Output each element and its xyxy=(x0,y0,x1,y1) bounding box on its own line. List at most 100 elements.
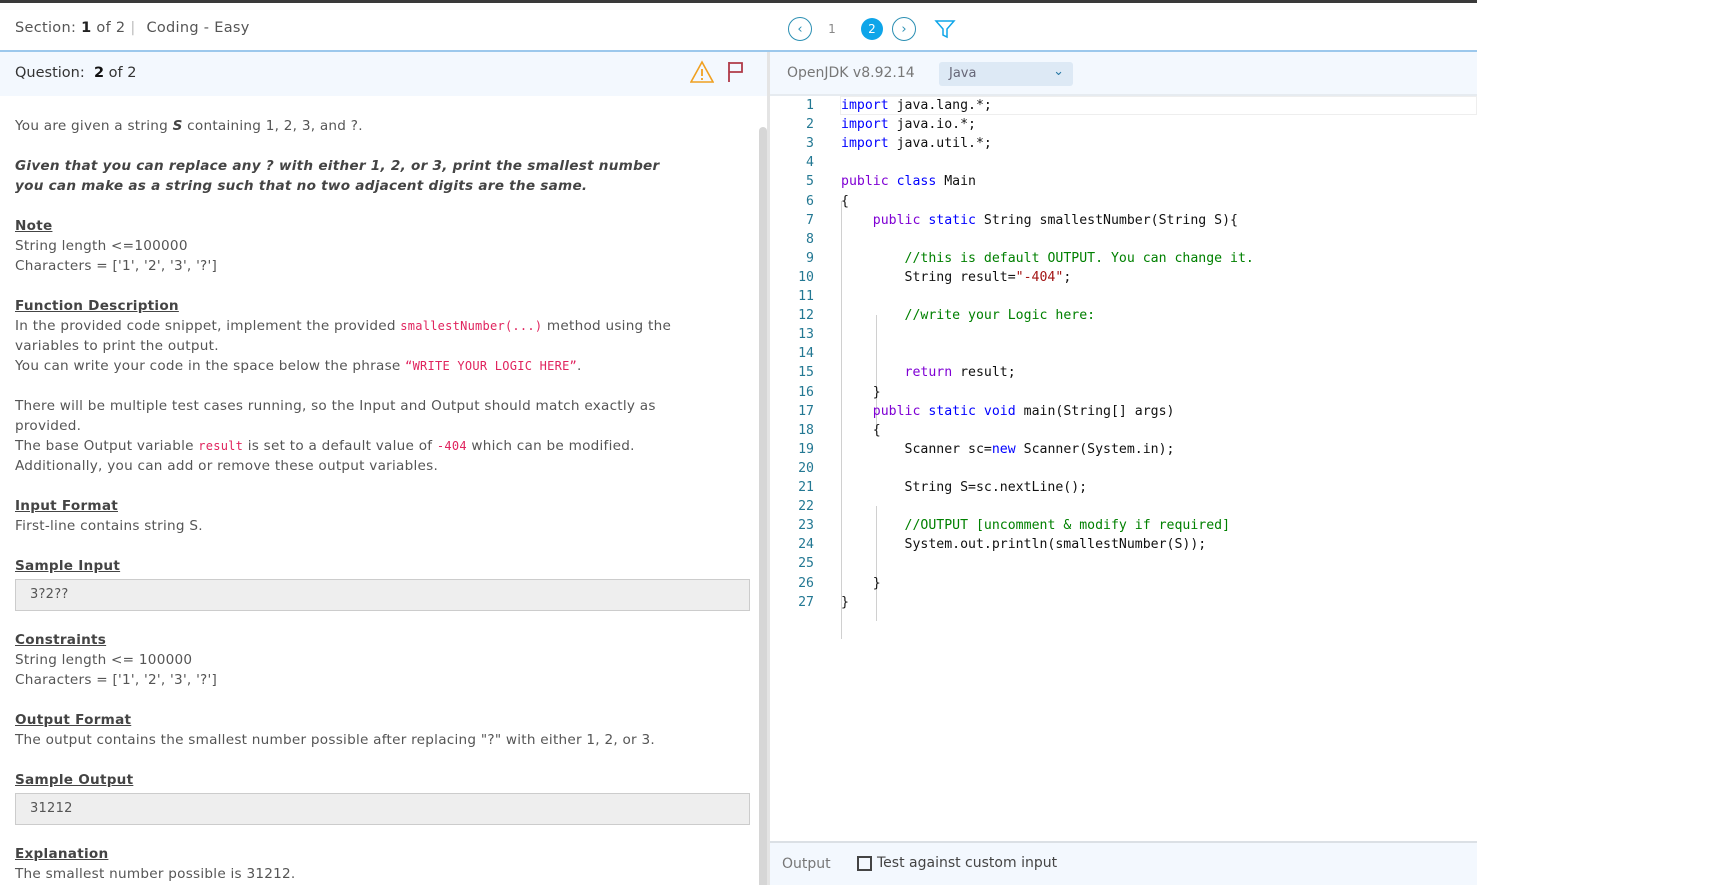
code-token: new xyxy=(991,441,1024,457)
runtime-version: OpenJDK v8.92.14 xyxy=(787,65,915,81)
code-token: import xyxy=(841,136,897,152)
line-number: 21 xyxy=(798,480,814,495)
code-line[interactable]: return result; xyxy=(841,363,1016,382)
sample-input-heading: Sample Input xyxy=(15,558,121,574)
next-question-button[interactable]: › xyxy=(892,17,916,41)
code-token: String smallestNumber(String S){ xyxy=(983,212,1238,228)
line-number: 5 xyxy=(806,174,814,190)
explanation-heading: Explanation xyxy=(15,846,109,862)
base-a: The base Output variable xyxy=(15,438,199,454)
intro-s: S xyxy=(172,118,183,134)
prev-question-button[interactable]: ‹ xyxy=(788,17,812,41)
intro: You are given a string S containing 1, 2… xyxy=(15,116,750,136)
note-heading: Note xyxy=(15,218,53,234)
line-number: 7 xyxy=(806,212,814,228)
code-line[interactable]: { xyxy=(841,421,881,440)
task: Given that you can replace any ? with ei… xyxy=(15,158,660,194)
code-line[interactable]: } xyxy=(841,383,881,402)
page-1-button[interactable]: 1 xyxy=(812,22,852,36)
base-c: which can be modified. xyxy=(466,438,635,454)
question-of: of 2 xyxy=(108,65,137,81)
question-label: Question: xyxy=(15,65,85,81)
line-number: 20 xyxy=(798,460,814,476)
code-token: Main xyxy=(944,174,976,190)
custom-input-checkbox[interactable] xyxy=(857,856,872,871)
code-token: Scanner(System.in); xyxy=(1023,441,1175,457)
code-line[interactable]: //this is default OUTPUT. You can change… xyxy=(841,249,1254,268)
code-line[interactable]: System.out.println(smallestNumber(S)); xyxy=(841,535,1207,554)
custom-input-label[interactable]: Test against custom input xyxy=(877,855,1057,871)
line-number: 16 xyxy=(798,384,814,400)
section-name: Coding - Easy xyxy=(146,20,250,36)
code-token: main(String[] args) xyxy=(1023,403,1175,419)
language-value: Java xyxy=(949,66,977,81)
constraints-heading: Constraints xyxy=(15,632,107,648)
line-number: 23 xyxy=(798,518,814,534)
code-line[interactable]: Scanner sc=new Scanner(System.in); xyxy=(841,440,1175,459)
code-token: } xyxy=(841,594,849,610)
line-number: 15 xyxy=(798,365,814,381)
chevron-left-icon: ‹ xyxy=(797,21,803,37)
code-token: { xyxy=(841,193,849,209)
func-2a: You can write your code in the space bel… xyxy=(15,358,406,374)
code-token: String result= xyxy=(841,269,1016,285)
func-name: smallestNumber(...) xyxy=(400,319,543,333)
problem-scrollbar[interactable] xyxy=(759,127,767,885)
code-line[interactable]: import java.io.*; xyxy=(841,115,976,134)
question-current: 2 xyxy=(93,65,105,81)
constraint-2: Characters = ['1', '2', '3', '?'] xyxy=(15,672,218,688)
code-line[interactable]: } xyxy=(841,593,849,612)
warning-icon[interactable] xyxy=(690,60,714,84)
line-number: 11 xyxy=(798,289,814,304)
code-line[interactable]: import java.lang.*; xyxy=(841,96,992,115)
sample-output-heading: Sample Output xyxy=(15,772,134,788)
code-token: System.out.println(smallestNumber(S)); xyxy=(841,537,1207,553)
code-token: result; xyxy=(960,365,1016,381)
line-number: 13 xyxy=(798,327,814,343)
code-line[interactable]: { xyxy=(841,192,849,211)
code-line[interactable]: public static void main(String[] args) xyxy=(841,402,1175,421)
code-token: public xyxy=(841,174,897,190)
code-token: import xyxy=(841,98,897,113)
code-token: java.lang.*; xyxy=(896,98,992,113)
code-line[interactable]: } xyxy=(841,574,881,593)
line-number: 27 xyxy=(798,594,814,610)
flag-icon[interactable] xyxy=(726,60,746,84)
line-number: 22 xyxy=(798,499,814,515)
code-token: return xyxy=(904,365,961,381)
code-line[interactable]: import java.util.*; xyxy=(841,134,992,153)
intro-a: You are given a string xyxy=(15,118,173,134)
code-token: import xyxy=(841,117,897,133)
code-token: Scanner sc= xyxy=(841,441,992,457)
code-line[interactable]: public static String smallestNumber(Stri… xyxy=(841,211,1238,230)
code-token: { xyxy=(841,422,881,438)
input-format-heading: Input Format xyxy=(15,498,118,514)
line-number: 25 xyxy=(798,556,814,572)
function-heading: Function Description xyxy=(15,298,179,314)
line-number: 6 xyxy=(806,193,814,209)
code-line[interactable]: //write your Logic here: xyxy=(841,306,1096,325)
intro-b: containing 1, 2, 3, and ?. xyxy=(182,118,363,134)
logic-phrase: “WRITE YOUR LOGIC HERE” xyxy=(405,359,578,373)
code-line[interactable]: public class Main xyxy=(841,172,976,191)
explanation: The smallest number possible is 31212. xyxy=(15,866,296,882)
func-2b: . xyxy=(577,358,582,374)
function-1: In the provided code snippet, implement … xyxy=(15,316,675,356)
result-var: result xyxy=(198,439,244,453)
code-line[interactable]: String result="-404"; xyxy=(841,268,1072,287)
page-2-button[interactable]: 2 xyxy=(861,18,883,40)
code-line[interactable]: String S=sc.nextLine(); xyxy=(841,478,1088,497)
separator: | xyxy=(130,20,136,36)
code-editor[interactable]: 1 import java.lang.*; 2 import java.io.*; 3 i… xyxy=(770,96,1477,842)
input-format: First-line contains string S. xyxy=(15,518,203,534)
line-number: 3 xyxy=(806,136,814,152)
line-number: 8 xyxy=(806,231,814,247)
code-token: //OUTPUT [uncomment & modify if required… xyxy=(904,518,1231,534)
line-number: 10 xyxy=(798,269,814,285)
code-line[interactable]: //OUTPUT [uncomment & modify if required… xyxy=(841,516,1231,535)
language-select[interactable]: Java ⌄ xyxy=(939,62,1073,86)
filter-icon[interactable] xyxy=(934,18,956,40)
